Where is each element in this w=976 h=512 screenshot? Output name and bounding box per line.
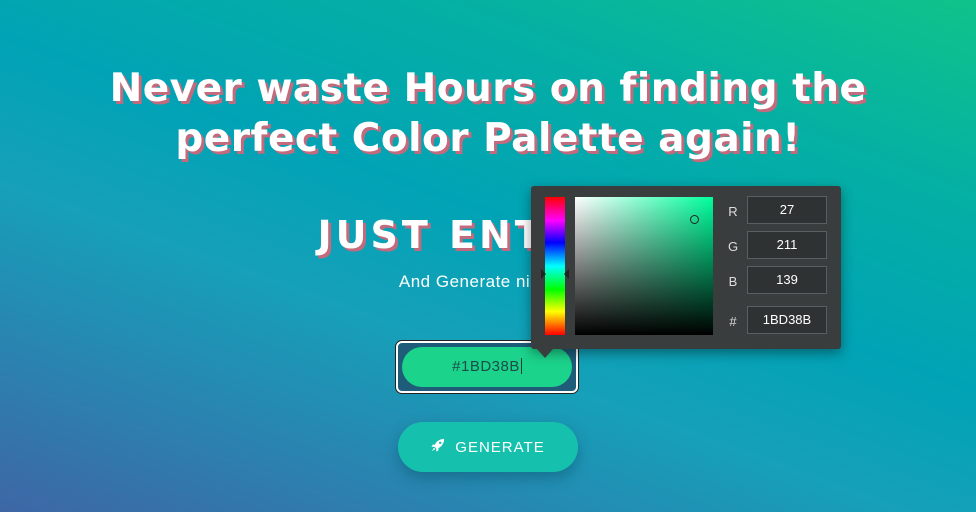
saturation-value-handle[interactable] [690,215,699,224]
picker-pointer [537,349,553,358]
saturation-value-area[interactable] [575,197,713,335]
headline-line-1: Never waste Hours on finding the [109,66,867,111]
page-title: Never waste Hours on finding the perfect… [0,64,976,164]
blue-field[interactable]: 139 [747,266,827,294]
hue-slider[interactable] [545,197,565,335]
generate-button-label: GENERATE [455,438,545,456]
red-field[interactable]: 27 [747,196,827,224]
red-label: R [728,204,738,219]
text-caret [520,358,522,374]
color-input-value: #1BD38B [452,358,520,375]
green-label: G [727,239,739,254]
hex-field[interactable]: 1BD38B [747,306,827,334]
generate-button[interactable]: GENERATE [398,422,578,472]
hue-handle-right-icon[interactable] [564,269,569,279]
color-picker-popup: R 27 G 211 B 139 # 1BD38B [531,186,841,349]
rocket-icon [431,438,445,456]
hex-label: # [729,314,737,329]
blue-label: B [728,274,738,289]
green-field[interactable]: 211 [747,231,827,259]
headline-line-2: perfect Color Palette again! [175,116,801,161]
hue-handle-left-icon[interactable] [541,269,546,279]
